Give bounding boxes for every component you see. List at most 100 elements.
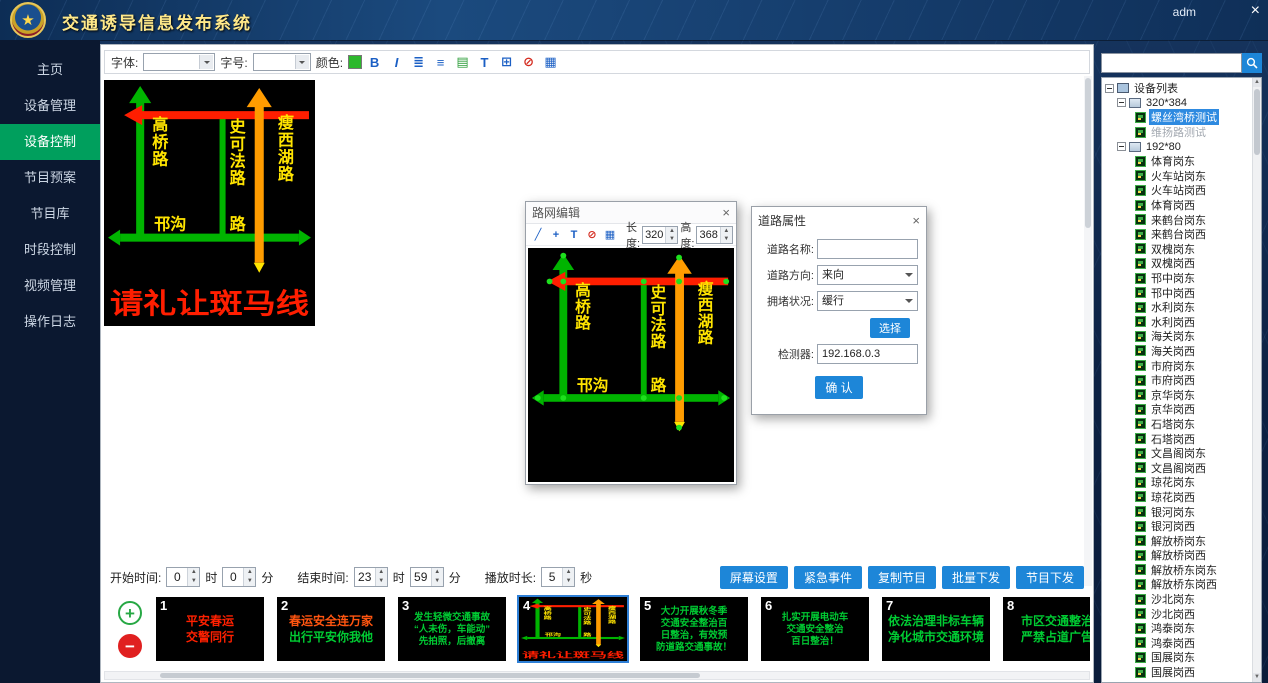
sidebar-item-device-control[interactable]: 设备控制 xyxy=(0,124,100,160)
forbid-button[interactable]: ⊘ xyxy=(519,53,538,72)
tree-device-1-20[interactable]: 文昌阁岗东 xyxy=(1105,446,1251,461)
horizontal-scrollbar[interactable] xyxy=(104,671,1090,680)
screen-settings-button[interactable]: 屏幕设置 xyxy=(720,566,788,589)
spin-up-icon[interactable]: ▲ xyxy=(432,568,443,577)
tree-device-0-0[interactable]: 螺丝湾桥测试 xyxy=(1105,110,1251,125)
user-name[interactable]: adm xyxy=(1173,5,1196,19)
length-input[interactable]: 320▲▼ xyxy=(642,226,678,244)
sidebar-item-time-period-control[interactable]: 时段控制 xyxy=(0,232,100,268)
image-button[interactable]: ▤ xyxy=(453,53,472,72)
tree-device-1-28[interactable]: 解放桥东岗东 xyxy=(1105,563,1251,578)
forbid-tool[interactable]: ⊘ xyxy=(584,227,600,243)
tree-device-1-26[interactable]: 解放桥岗东 xyxy=(1105,533,1251,548)
close-icon[interactable]: × xyxy=(912,214,920,227)
save-button[interactable]: ▦ xyxy=(541,53,560,72)
font-size-select[interactable] xyxy=(253,53,311,71)
copy-program-button[interactable]: 复制节目 xyxy=(868,566,936,589)
tree-device-1-19[interactable]: 石塔岗西 xyxy=(1105,431,1251,446)
batch-send-button[interactable]: 批量下发 xyxy=(942,566,1010,589)
vertical-scrollbar[interactable] xyxy=(1084,76,1092,586)
duration-input[interactable]: 5▲▼ xyxy=(541,567,575,587)
window-close-button[interactable]: × xyxy=(1251,2,1260,20)
collapse-toggle-icon[interactable] xyxy=(1117,98,1126,107)
scrollbar-thumb[interactable] xyxy=(1085,78,1091,228)
start-minute-input[interactable]: 0▲▼ xyxy=(222,567,256,587)
dialog-titlebar[interactable]: 道路属性 × xyxy=(752,207,926,233)
tree-device-1-24[interactable]: 银河岗东 xyxy=(1105,504,1251,519)
end-minute-input[interactable]: 59▲▼ xyxy=(410,567,444,587)
scrollbar-thumb[interactable] xyxy=(160,673,700,678)
tree-device-1-2[interactable]: 火车站岗西 xyxy=(1105,183,1251,198)
program-thumbnail-1[interactable]: 1平安春运交警同行 xyxy=(156,597,264,661)
tree-device-1-27[interactable]: 解放桥岗西 xyxy=(1105,548,1251,563)
spin-down-icon[interactable]: ▼ xyxy=(432,577,443,586)
edit-handle[interactable] xyxy=(676,425,682,431)
tree-device-1-25[interactable]: 银河岗西 xyxy=(1105,519,1251,534)
height-input[interactable]: 368▲▼ xyxy=(696,226,732,244)
tree-device-1-29[interactable]: 解放桥东岗西 xyxy=(1105,577,1251,592)
tree-device-1-8[interactable]: 邗中岗东 xyxy=(1105,271,1251,286)
spin-up-icon[interactable]: ▲ xyxy=(376,568,387,577)
tree-device-1-17[interactable]: 京华岗西 xyxy=(1105,402,1251,417)
save-tool[interactable]: ▦ xyxy=(602,227,618,243)
spin-up-icon[interactable]: ▲ xyxy=(563,568,574,577)
tree-device-1-3[interactable]: 体育岗西 xyxy=(1105,198,1251,213)
align-center-button[interactable]: ≡ xyxy=(431,53,450,72)
program-thumbnail-2[interactable]: 2春运安全连万家出行平安你我他 xyxy=(277,597,385,661)
confirm-button[interactable]: 确 认 xyxy=(815,376,862,399)
tree-device-1-9[interactable]: 邗中岗西 xyxy=(1105,285,1251,300)
sidebar-item-device-management[interactable]: 设备管理 xyxy=(0,88,100,124)
close-icon[interactable]: × xyxy=(722,206,730,219)
spin-up-icon[interactable]: ▲ xyxy=(666,227,677,235)
spin-up-icon[interactable]: ▲ xyxy=(188,568,199,577)
end-hour-input[interactable]: 23▲▼ xyxy=(354,567,388,587)
tree-device-1-33[interactable]: 鸿泰岗西 xyxy=(1105,636,1251,651)
remove-program-button[interactable]: − xyxy=(118,634,142,658)
edit-handle[interactable] xyxy=(560,253,566,259)
detector-input[interactable] xyxy=(817,344,918,364)
tree-device-1-31[interactable]: 沙北岗西 xyxy=(1105,606,1251,621)
spin-down-icon[interactable]: ▼ xyxy=(721,235,732,243)
edit-handle[interactable] xyxy=(676,279,682,285)
edit-handle[interactable] xyxy=(721,395,727,401)
layout-button[interactable]: ⊞ xyxy=(497,53,516,72)
edit-handle[interactable] xyxy=(676,395,682,401)
program-thumbnail-4[interactable]: 4高桥路史可法路瘦西湖路邗沟路请礼让斑马线 xyxy=(519,597,627,661)
tree-device-1-32[interactable]: 鸿泰岗东 xyxy=(1105,621,1251,636)
edit-handle[interactable] xyxy=(547,279,553,285)
tree-device-1-5[interactable]: 来鹤台岗西 xyxy=(1105,227,1251,242)
tree-device-1-1[interactable]: 火车站岗东 xyxy=(1105,169,1251,184)
led-preview[interactable]: 高桥路史可法路瘦西湖路邗沟路请礼让斑马线 xyxy=(104,80,315,326)
collapse-toggle-icon[interactable] xyxy=(1105,84,1114,93)
color-swatch[interactable] xyxy=(348,55,362,69)
spin-down-icon[interactable]: ▼ xyxy=(188,577,199,586)
tree-device-1-12[interactable]: 海关岗东 xyxy=(1105,329,1251,344)
tree-device-1-30[interactable]: 沙北岗东 xyxy=(1105,592,1251,607)
tree-device-1-22[interactable]: 琼花岗东 xyxy=(1105,475,1251,490)
program-thumbnail-7[interactable]: 7依法治理非标车辆净化城市交通环境 xyxy=(882,597,990,661)
emergency-event-button[interactable]: 紧急事件 xyxy=(794,566,862,589)
tree-group-0[interactable]: 320*384 xyxy=(1105,96,1251,111)
program-thumbnail-5[interactable]: 5大力开展秋冬季交通安全整治百日整治，有效预防道路交通事故！ xyxy=(640,597,748,661)
spin-down-icon[interactable]: ▼ xyxy=(563,577,574,586)
program-thumbnail-6[interactable]: 6扎实开展电动车交通安全整治百日整治！ xyxy=(761,597,869,661)
edit-handle[interactable] xyxy=(641,279,647,285)
spin-up-icon[interactable]: ▲ xyxy=(721,227,732,235)
road-direction-select[interactable]: 来向 xyxy=(817,265,918,285)
tree-device-1-23[interactable]: 琼花岗西 xyxy=(1105,490,1251,505)
tree-device-1-7[interactable]: 双槐岗西 xyxy=(1105,256,1251,271)
sidebar-item-video-management[interactable]: 视频管理 xyxy=(0,268,100,304)
tree-device-1-13[interactable]: 海关岗西 xyxy=(1105,344,1251,359)
sidebar-item-program-library[interactable]: 节目库 xyxy=(0,196,100,232)
edit-handle[interactable] xyxy=(676,255,682,261)
tree-device-1-14[interactable]: 市府岗东 xyxy=(1105,358,1251,373)
scroll-down-icon[interactable]: ▼ xyxy=(1253,673,1261,682)
add-program-button[interactable]: + xyxy=(118,601,142,625)
tree-device-1-16[interactable]: 京华岗东 xyxy=(1105,387,1251,402)
tree-device-1-21[interactable]: 文昌阁岗西 xyxy=(1105,460,1251,475)
scroll-up-icon[interactable]: ▲ xyxy=(1253,78,1261,87)
tree-device-1-18[interactable]: 石塔岗东 xyxy=(1105,417,1251,432)
edit-handle[interactable] xyxy=(560,395,566,401)
edit-handle[interactable] xyxy=(535,395,541,401)
device-search-button[interactable] xyxy=(1242,53,1262,73)
